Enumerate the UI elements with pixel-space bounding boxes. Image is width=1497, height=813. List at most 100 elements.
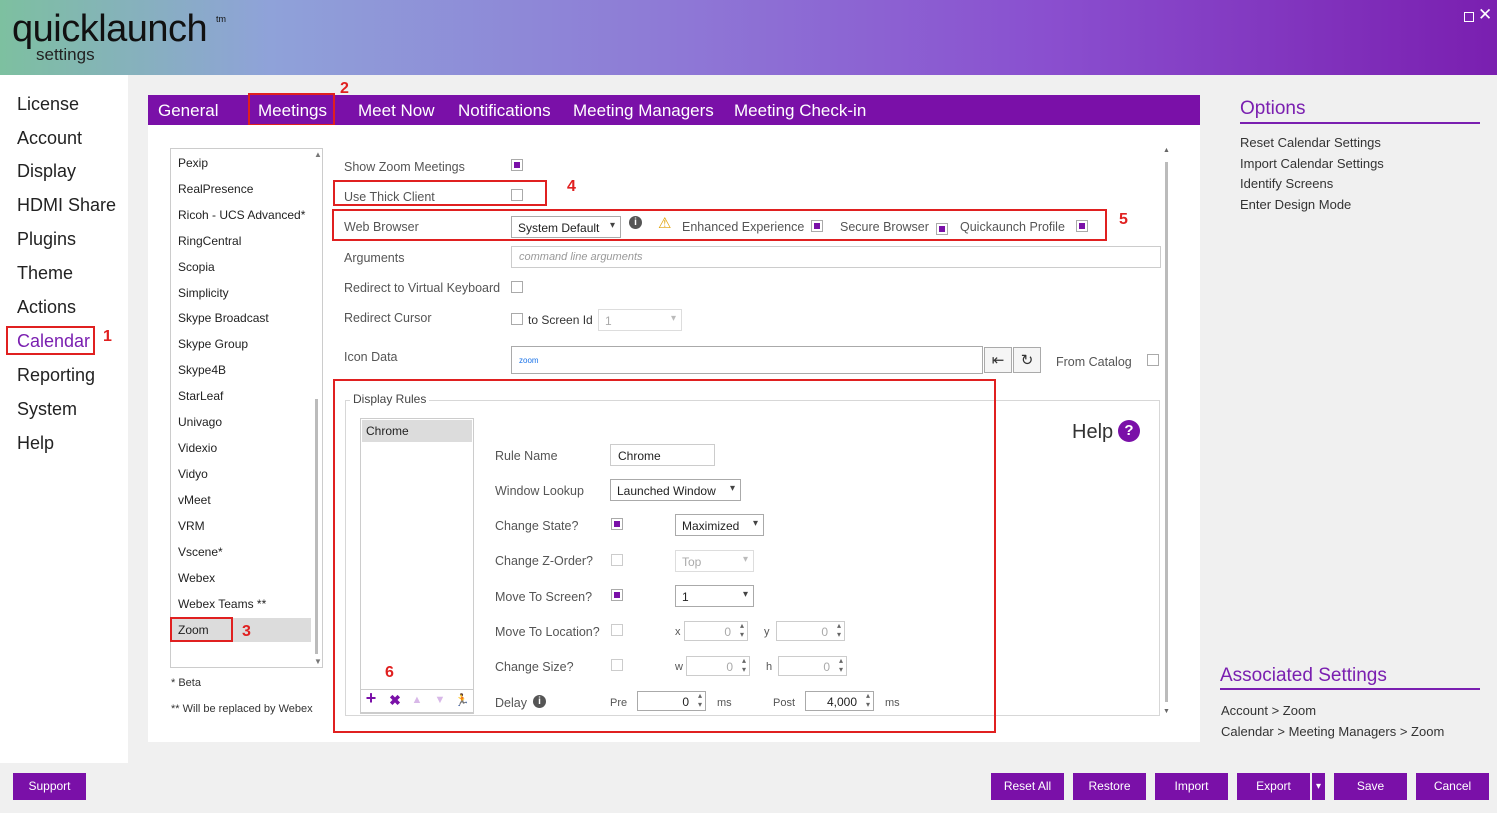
list-item[interactable]: Videxio: [178, 441, 217, 455]
reset-all-button[interactable]: Reset All: [991, 773, 1064, 800]
list-item[interactable]: RingCentral: [178, 234, 241, 248]
from-catalog-checkbox[interactable]: [1147, 354, 1159, 366]
import-button[interactable]: Import: [1155, 773, 1228, 800]
import-icon[interactable]: ⇤: [984, 347, 1012, 373]
associated-link-meeting-managers[interactable]: Calendar > Meeting Managers > Zoom: [1221, 724, 1444, 739]
tab-general[interactable]: General: [158, 101, 218, 121]
logo-subtitle: settings: [36, 45, 95, 64]
list-item[interactable]: Ricoh - UCS Advanced*: [178, 208, 305, 222]
option-import-calendar[interactable]: Import Calendar Settings: [1240, 156, 1384, 171]
list-item[interactable]: Univago: [178, 415, 222, 429]
help-label[interactable]: Help: [1072, 421, 1113, 444]
post-delay-spinner[interactable]: 4,000: [805, 691, 874, 711]
pre-label: Pre: [610, 697, 628, 709]
options-title: Options: [1240, 98, 1306, 119]
provider-scrollbar-thumb[interactable]: [315, 399, 318, 654]
pre-delay-spinner[interactable]: 0: [637, 691, 706, 711]
change-z-order-label: Change Z-Order?: [495, 554, 593, 568]
redirect-cursor-checkbox[interactable]: [511, 313, 523, 325]
scroll-up-icon[interactable]: ▲: [314, 150, 322, 159]
option-design-mode[interactable]: Enter Design Mode: [1240, 197, 1351, 212]
refresh-icon[interactable]: ↻: [1013, 347, 1041, 373]
option-identify-screens[interactable]: Identify Screens: [1240, 176, 1333, 191]
nav-item-display[interactable]: Display: [17, 161, 76, 182]
nav-item-actions[interactable]: Actions: [17, 297, 76, 318]
z-order-select[interactable]: Top: [675, 550, 754, 572]
scroll-down-icon[interactable]: ▼: [314, 657, 322, 666]
nav-item-license[interactable]: License: [17, 94, 79, 115]
change-state-checkbox[interactable]: [611, 518, 623, 530]
move-to-screen-checkbox[interactable]: [611, 589, 623, 601]
option-reset-calendar[interactable]: Reset Calendar Settings: [1240, 135, 1381, 150]
move-to-location-checkbox[interactable]: [611, 624, 623, 636]
change-z-order-checkbox[interactable]: [611, 554, 623, 566]
nav-item-plugins[interactable]: Plugins: [17, 229, 76, 250]
tab-meeting-managers[interactable]: Meeting Managers: [573, 101, 714, 121]
tab-notifications[interactable]: Notifications: [458, 101, 551, 121]
change-state-label: Change State?: [495, 519, 579, 533]
beta-note: * Beta: [171, 677, 201, 689]
window-lookup-select[interactable]: Launched Window: [610, 479, 741, 501]
rule-name-input[interactable]: Chrome: [610, 444, 715, 466]
nav-item-system[interactable]: System: [17, 399, 77, 420]
screen-id-select[interactable]: 1: [598, 309, 682, 331]
restore-button[interactable]: Restore: [1073, 773, 1146, 800]
list-item[interactable]: RealPresence: [178, 182, 253, 196]
arguments-label: Arguments: [344, 251, 405, 265]
support-button[interactable]: Support: [13, 773, 86, 800]
from-catalog-label: From Catalog: [1056, 355, 1132, 369]
change-size-checkbox[interactable]: [611, 659, 623, 671]
x-spinner[interactable]: 0: [684, 621, 748, 641]
form-scrollbar[interactable]: ▲ ▼: [1163, 147, 1170, 715]
list-item[interactable]: Webex: [178, 571, 215, 585]
list-item[interactable]: Skype Broadcast: [178, 311, 269, 325]
logo-trademark: tm: [216, 14, 226, 24]
post-unit-label: ms: [885, 697, 900, 709]
provider-list[interactable]: Pexip RealPresence Ricoh - UCS Advanced*…: [170, 148, 323, 668]
export-button[interactable]: Export: [1237, 773, 1310, 800]
list-item[interactable]: Pexip: [178, 156, 208, 170]
associated-link-account-zoom[interactable]: Account > Zoom: [1221, 703, 1316, 718]
show-zoom-meetings-checkbox[interactable]: [511, 159, 523, 171]
list-item[interactable]: Skype Group: [178, 337, 248, 351]
list-item[interactable]: Webex Teams **: [178, 597, 266, 611]
nav-item-reporting[interactable]: Reporting: [17, 365, 95, 386]
delay-info-icon[interactable]: i: [533, 695, 546, 708]
list-item[interactable]: vMeet: [178, 493, 211, 507]
tab-meet-now[interactable]: Meet Now: [358, 101, 435, 121]
tab-meeting-check-in[interactable]: Meeting Check-in: [734, 101, 866, 121]
nav-item-help[interactable]: Help: [17, 433, 54, 454]
window-lookup-label: Window Lookup: [495, 484, 584, 498]
move-to-screen-select[interactable]: 1: [675, 585, 754, 607]
arguments-input[interactable]: command line arguments: [511, 246, 1161, 268]
list-item[interactable]: Scopia: [178, 260, 215, 274]
cancel-button[interactable]: Cancel: [1416, 773, 1489, 800]
list-item[interactable]: VRM: [178, 519, 205, 533]
form-scrollbar-thumb[interactable]: [1165, 162, 1168, 702]
save-button[interactable]: Save: [1334, 773, 1407, 800]
width-spinner[interactable]: 0: [686, 656, 750, 676]
icon-data-field[interactable]: zoom: [511, 346, 983, 374]
redirect-keyboard-checkbox[interactable]: [511, 281, 523, 293]
list-item[interactable]: Skype4B: [178, 363, 226, 377]
list-item[interactable]: StarLeaf: [178, 389, 223, 403]
maximize-icon[interactable]: [1464, 12, 1474, 22]
x-label: x: [675, 626, 681, 638]
list-item[interactable]: Simplicity: [178, 286, 229, 300]
list-item[interactable]: Vidyo: [178, 467, 208, 481]
list-item[interactable]: Vscene*: [178, 545, 223, 559]
scroll-down-icon[interactable]: ▼: [1163, 708, 1170, 715]
change-state-select[interactable]: Maximized: [675, 514, 764, 536]
nav-item-theme[interactable]: Theme: [17, 263, 73, 284]
scroll-up-icon[interactable]: ▲: [1163, 147, 1170, 154]
options-divider: [1240, 122, 1480, 124]
nav-item-account[interactable]: Account: [17, 128, 82, 149]
export-dropdown-icon[interactable]: ▾: [1312, 773, 1325, 800]
close-icon[interactable]: ✕: [1478, 5, 1492, 25]
height-spinner[interactable]: 0: [778, 656, 847, 676]
annotation-box-4: [333, 180, 547, 206]
app-header: quicklaunch tm settings ✕: [0, 0, 1497, 75]
help-icon[interactable]: ?: [1118, 420, 1140, 442]
y-spinner[interactable]: 0: [776, 621, 845, 641]
nav-item-hdmi-share[interactable]: HDMI Share: [17, 195, 116, 216]
